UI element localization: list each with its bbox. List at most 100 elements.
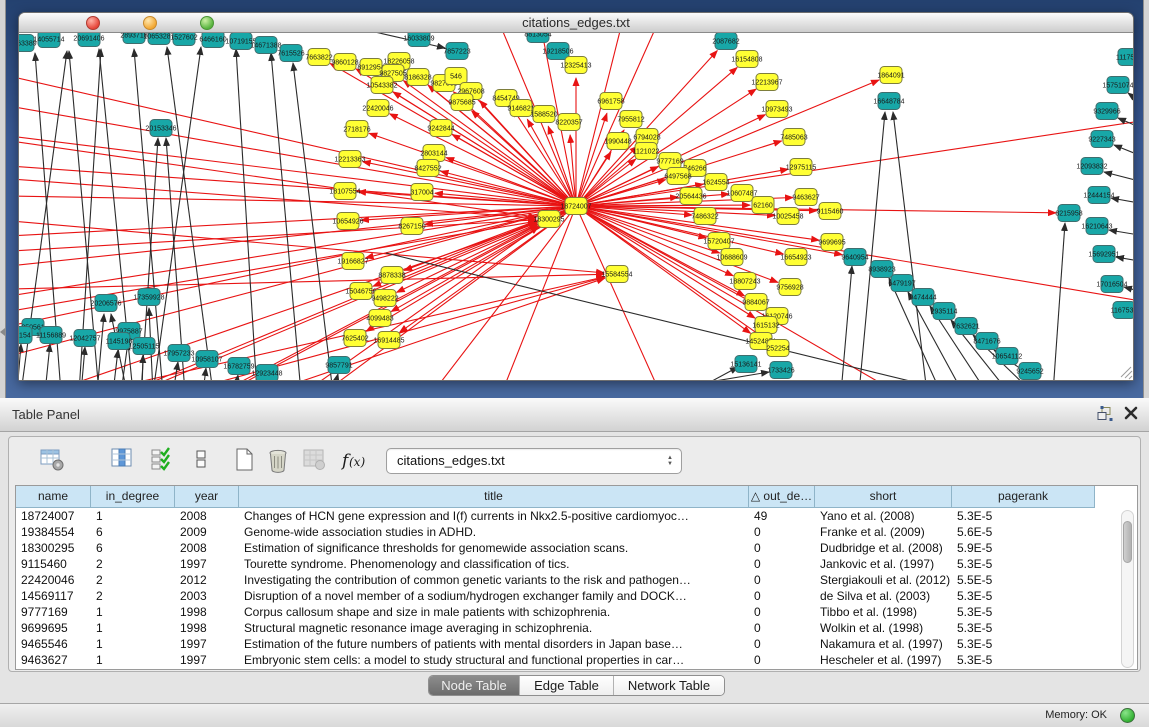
column-header-name[interactable]: name	[16, 486, 91, 508]
column-header-title[interactable]: title	[239, 486, 749, 508]
function-builder-icon[interactable]: f(x)	[341, 446, 369, 474]
graph-node-label: 7615526	[277, 51, 304, 58]
table-cell: Yano et al. (2008)	[815, 508, 952, 524]
column-header-out_de[interactable]: △ out_de…	[749, 486, 815, 508]
column-header-short[interactable]: short	[815, 486, 952, 508]
table-cell: 0	[749, 652, 815, 668]
table-cell: 22420046	[16, 572, 91, 588]
graph-node-label: 16914485	[373, 338, 404, 345]
table-settings-icon[interactable]	[39, 446, 67, 474]
delete-table-icon[interactable]	[265, 446, 293, 474]
table-vertical-scrollbar[interactable]	[1121, 510, 1134, 668]
table-cell: 18300295	[16, 540, 91, 556]
table-cell: 2	[91, 556, 175, 572]
graph-edge	[19, 344, 21, 380]
status-bar: Memory: OK	[0, 703, 1149, 727]
table-cell: Changes of HCN gene expression and I(f) …	[239, 508, 749, 524]
graph-node-label: 18807243	[729, 279, 760, 286]
new-table-icon[interactable]	[231, 446, 259, 474]
column-header-in_degree[interactable]: in_degree	[91, 486, 175, 508]
graph-node-label: 8938923	[868, 267, 895, 274]
memory-ok-indicator[interactable]	[1120, 708, 1135, 723]
graph-node-label: 1117539	[1116, 55, 1133, 62]
table-cell: Structural magnetic resonance image aver…	[239, 620, 749, 636]
graph-edge	[293, 63, 333, 380]
graph-node-label: 1588520	[530, 112, 557, 119]
dropdown-arrows-icon: ▲▼	[667, 449, 673, 473]
table-cell: Nakamura et al. (1997)	[815, 636, 952, 652]
graph-node-label: 1167534	[1111, 308, 1133, 315]
table-cell: 0	[749, 572, 815, 588]
float-panel-icon[interactable]	[1096, 406, 1114, 427]
graph-node-label: 7625402	[341, 336, 368, 343]
graph-node-label: 9242844	[427, 126, 454, 133]
window-titlebar[interactable]: citations_edges.txt	[19, 13, 1133, 33]
graph-node-label: 9860128	[331, 60, 358, 67]
graph-node-label: 1733426	[767, 368, 794, 375]
graph-node-label: 15751074	[1102, 83, 1133, 90]
column-header-pagerank[interactable]: pagerank	[952, 486, 1095, 508]
table-cell: 6	[91, 524, 175, 540]
table-cell: 2	[91, 572, 175, 588]
show-columns-icon[interactable]	[109, 446, 137, 474]
table-panel-titlebar: Table Panel	[0, 398, 1149, 432]
column-header-year[interactable]: year	[175, 486, 239, 508]
graph-node-label: 6961758	[597, 99, 624, 106]
graph-edge	[97, 314, 104, 380]
table-row[interactable]: 1938455462009Genome-wide association stu…	[16, 524, 1137, 540]
resize-grip-icon[interactable]	[1121, 367, 1132, 379]
tab-network-table[interactable]: Network Table	[614, 676, 724, 695]
graph-node-label: 22420046	[362, 106, 393, 113]
left-panel-divider[interactable]	[0, 0, 6, 398]
graph-node-label: 2087682	[712, 39, 739, 46]
table-row[interactable]: 1872400712008Changes of HCN gene express…	[16, 508, 1137, 524]
graph-node-label: 15136141	[730, 362, 761, 369]
table-cell: Embryonic stem cells: a model to study s…	[239, 652, 749, 668]
graph-edge	[236, 49, 257, 380]
table-cell: 5.9E-5	[952, 540, 1095, 556]
graph-edge	[167, 47, 213, 380]
node-table[interactable]: namein_degreeyeartitle△ out_de…shortpage…	[15, 485, 1138, 670]
graph-node-label: 18724007	[560, 204, 591, 211]
table-cell: 5.3E-5	[952, 652, 1095, 668]
table-row[interactable]: 1456911722003Disruption of a novel membe…	[16, 588, 1137, 604]
graph-edge	[859, 112, 885, 380]
table-cell: Tourette syndrome. Phenomenology and cla…	[239, 556, 749, 572]
table-row[interactable]: 911546021997Tourette syndrome. Phenomeno…	[16, 556, 1137, 572]
table-row[interactable]: 977716911998Corpus callosum shape and si…	[16, 604, 1137, 620]
table-cell: Corpus callosum shape and size in male p…	[239, 604, 749, 620]
right-panel-divider[interactable]	[1143, 0, 1149, 398]
graph-node-label: 20206576	[90, 301, 121, 308]
graph-node-label: 16648784	[873, 99, 904, 106]
graph-node-label: 9884067	[742, 300, 769, 307]
graph-node-label: 1990448	[604, 139, 631, 146]
graph-node-label: 18300295	[533, 217, 564, 224]
graph-node-label: 8878338	[378, 273, 405, 280]
graph-svg[interactable]: 1663389140557142069140628937181065328715…	[19, 33, 1133, 380]
tab-node-table[interactable]: Node Table	[429, 676, 520, 695]
table-row[interactable]: 946362711997Embryonic stem cells: a mode…	[16, 652, 1137, 668]
table-cell: 14569117	[16, 588, 91, 604]
graph-node-label: 16782759	[223, 364, 254, 371]
table-row[interactable]: 1830029562008Estimation of significance …	[16, 540, 1137, 556]
table-select-dropdown[interactable]: citations_edges.txt ▲▼	[386, 448, 682, 474]
row-height-icon[interactable]	[188, 446, 216, 474]
table-cell: 0	[749, 588, 815, 604]
select-columns-icon[interactable]	[149, 446, 177, 474]
scrollbar-thumb[interactable]	[1123, 521, 1132, 563]
table-row[interactable]: 946554611997Estimation of the future num…	[16, 636, 1137, 652]
graph-node-label: 16154808	[731, 57, 762, 64]
graph-node-label: 8220357	[555, 120, 582, 127]
table-row[interactable]: 2242004622012Investigating the contribut…	[16, 572, 1137, 588]
table-cell: Disruption of a novel member of a sodium…	[239, 588, 749, 604]
close-panel-icon[interactable]	[1124, 406, 1138, 425]
import-table-icon[interactable]	[301, 446, 329, 474]
tab-edge-table[interactable]: Edge Table	[520, 676, 614, 695]
table-cell: 0	[749, 524, 815, 540]
memory-status-label: Memory: OK	[1045, 704, 1107, 727]
table-row[interactable]: 969969511998Structural magnetic resonanc…	[16, 620, 1137, 636]
graph-node-label: 7857223	[443, 49, 470, 56]
citation-graph-canvas[interactable]: 1663389140557142069140628937181065328715…	[19, 33, 1133, 380]
graph-edge	[527, 119, 576, 206]
graph-node-label: 1121022	[633, 149, 660, 156]
